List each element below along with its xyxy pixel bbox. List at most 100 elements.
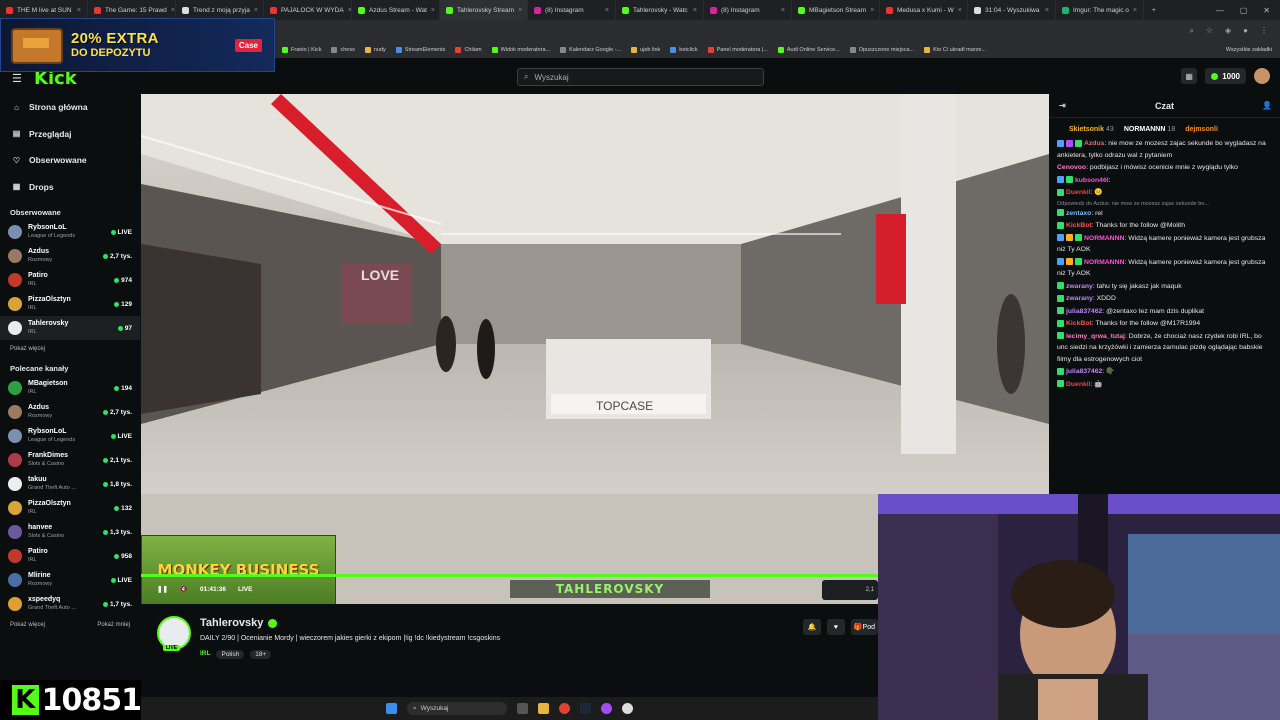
top-gifter[interactable]: NORMANNN 18 xyxy=(1124,126,1175,133)
tab-close-icon[interactable]: × xyxy=(781,7,785,14)
channel-item[interactable]: PizzaOlsztyn IRL 132 xyxy=(0,496,140,520)
tab-close-icon[interactable]: × xyxy=(870,7,874,14)
bookmark-item[interactable]: Audi Online Service... xyxy=(777,47,840,53)
video-player[interactable]: LOVE TOPCASE xyxy=(141,94,1049,494)
browser-tab[interactable]: Medusa x Kumi - W × xyxy=(880,0,968,20)
tab-close-icon[interactable]: × xyxy=(254,7,258,14)
new-tab-icon[interactable]: + xyxy=(1144,7,1164,14)
browser-tab[interactable]: 31:04 - Wyszukiwa × xyxy=(968,0,1056,20)
chat-username[interactable]: zwarany xyxy=(1066,283,1093,290)
profile-icon[interactable]: ● xyxy=(1243,26,1248,36)
collapse-chat-icon[interactable]: ⇥ xyxy=(1059,101,1066,110)
browser-tab[interactable]: Azdus Stream - Wat × xyxy=(352,0,440,20)
bookmark-item[interactable]: Widok moderatora... xyxy=(491,47,550,53)
tag-18plus[interactable]: 18+ xyxy=(250,650,272,659)
chat-username[interactable]: Azdus xyxy=(1084,140,1104,147)
tab-close-icon[interactable]: × xyxy=(77,7,81,14)
category-link[interactable]: IRL xyxy=(200,650,210,659)
chat-username[interactable]: kubson46l xyxy=(1075,177,1109,184)
browser-tab[interactable]: MBagietson Stream × xyxy=(792,0,880,20)
maximize-icon[interactable]: ▢ xyxy=(1240,6,1248,15)
bookmark-item[interactable]: StreamElements xyxy=(395,47,445,53)
chat-username[interactable]: NORMANNN xyxy=(1084,259,1124,266)
close-icon[interactable]: ✕ xyxy=(1263,6,1270,15)
channel-item[interactable]: Azdus Rozmowy 2,7 tys. xyxy=(0,400,140,424)
top-gifter[interactable]: Skietsonik 43 xyxy=(1069,126,1114,133)
bookmark-item[interactable]: Panel moderatora |... xyxy=(707,47,768,53)
chat-username[interactable]: Duenkil xyxy=(1066,381,1091,388)
tab-close-icon[interactable]: × xyxy=(1133,7,1137,14)
video-progress-bar[interactable] xyxy=(141,574,878,577)
menu-icon[interactable]: ⋮ xyxy=(1260,26,1268,36)
browser-tab[interactable]: Tahlerovsky - Watc × xyxy=(616,0,704,20)
nav-item[interactable]: ♡ Obserwowane xyxy=(0,147,140,174)
bookmark-item[interactable]: ujeb link xyxy=(631,47,660,53)
browser-tab[interactable]: PAJALOCK W WYDA × xyxy=(264,0,352,20)
bookmark-item[interactable]: Kto Ci ukradł marze... xyxy=(924,47,986,53)
hamburger-icon[interactable]: ☰ xyxy=(12,72,22,85)
all-bookmarks-link[interactable]: Wszystkie zakładki xyxy=(1226,47,1280,53)
bookmark-item[interactable]: Chilam xyxy=(455,47,482,53)
browser-tab[interactable]: Tahlerovsky Stream × xyxy=(440,0,528,20)
steam-icon[interactable] xyxy=(580,703,591,714)
bell-icon[interactable]: 🔔 xyxy=(802,619,821,635)
nav-item[interactable]: ▦ Drops xyxy=(0,174,140,201)
browser-tab[interactable]: THE M live at SUN × xyxy=(0,0,88,20)
bookmark-item[interactable]: chess xyxy=(331,47,355,53)
layout-icon[interactable]: ▦ xyxy=(1181,68,1198,84)
browser-tab[interactable]: (8) Instagram × xyxy=(528,0,616,20)
chat-username[interactable]: KickBot xyxy=(1066,222,1092,229)
nav-item[interactable]: ▤ Przeglądaj xyxy=(0,121,140,148)
bookmark-item[interactable]: nudy xyxy=(364,47,386,53)
tab-close-icon[interactable]: × xyxy=(1045,7,1049,14)
bookmark-item[interactable]: Kalendarz Google -... xyxy=(560,47,621,53)
user-avatar[interactable] xyxy=(1254,68,1270,84)
chat-username[interactable]: NORMANNN xyxy=(1084,235,1124,242)
channel-item[interactable]: Azdus Rozmowy 2,7 tys. xyxy=(0,244,140,268)
channel-item[interactable]: FrankDimes Slots & Casino 2,1 tys. xyxy=(0,448,140,472)
show-less-recommended[interactable]: Pokaż mniej xyxy=(97,622,130,628)
star-icon[interactable]: ☆ xyxy=(1206,26,1213,36)
tab-close-icon[interactable]: × xyxy=(518,7,522,14)
chrome-icon[interactable] xyxy=(559,703,570,714)
browser-tab[interactable]: (8) Instagram × xyxy=(704,0,792,20)
chat-username[interactable]: zwarany xyxy=(1066,295,1093,302)
browser-tab[interactable]: Trend z moją przyja × xyxy=(176,0,264,20)
search-input[interactable]: ⌕ Wyszukaj xyxy=(517,68,764,86)
messenger-icon[interactable] xyxy=(601,703,612,714)
app-icon[interactable] xyxy=(622,703,633,714)
mute-icon[interactable]: 🔇 xyxy=(180,585,188,593)
subscribe-button[interactable]: 🎁 Pod xyxy=(850,619,878,635)
channel-item[interactable]: Patiro IRL 958 xyxy=(0,544,140,568)
promo-banner[interactable]: 20% EXTRA DO DEPOZYTU Case xyxy=(0,18,275,72)
top-gifter[interactable]: dejmsonli xyxy=(1185,126,1220,133)
file-explorer-icon[interactable] xyxy=(538,703,549,714)
browser-tab[interactable]: The Game: 15 Prawd × xyxy=(88,0,176,20)
channel-item[interactable]: RybsonLoL League of Legends LIVE xyxy=(0,424,140,448)
chat-username[interactable]: julia837462 xyxy=(1066,368,1102,375)
channel-item[interactable]: PizzaOlsztyn IRL 129 xyxy=(0,292,140,316)
task-view-icon[interactable] xyxy=(517,703,528,714)
chat-username[interactable]: Cenovoo xyxy=(1057,164,1086,171)
bookmark-item[interactable]: betclick xyxy=(670,47,698,53)
follow-heart-icon[interactable]: ♥ xyxy=(826,619,845,635)
chat-username[interactable]: zentaxo xyxy=(1066,210,1091,217)
chat-username[interactable]: KickBot xyxy=(1066,320,1092,327)
extension-icon[interactable]: ◈ xyxy=(1225,26,1231,36)
channel-item[interactable]: takuu Grand Theft Auto ... 1,8 tys. xyxy=(0,472,140,496)
bookmark-item[interactable]: Opuszczone miejsca... xyxy=(849,47,914,53)
channel-item[interactable]: hanvee Slots & Casino 1,3 tys. xyxy=(0,520,140,544)
taskbar-search[interactable]: ⌕ Wyszukaj xyxy=(407,702,507,715)
points-button[interactable]: 1000 xyxy=(1205,68,1246,84)
tab-close-icon[interactable]: × xyxy=(958,7,962,14)
bookmark-item[interactable]: Franio | Kick xyxy=(282,47,321,53)
chat-username[interactable]: julia837462 xyxy=(1066,308,1102,315)
zoom-icon[interactable]: ⌕ xyxy=(1189,26,1193,36)
channel-item[interactable]: xspeedyq Grand Theft Auto ... 1,7 tys. xyxy=(0,592,140,616)
minimize-icon[interactable]: — xyxy=(1216,6,1224,15)
monkey-business-ad[interactable]: MONKEY BUSINESS xyxy=(141,535,336,605)
chat-username[interactable]: lecimy_qrwa_tutaj xyxy=(1066,333,1125,340)
chat-username[interactable]: Duenkil xyxy=(1066,189,1091,196)
tag-polish[interactable]: Polish xyxy=(216,650,245,659)
tab-close-icon[interactable]: × xyxy=(693,7,697,14)
